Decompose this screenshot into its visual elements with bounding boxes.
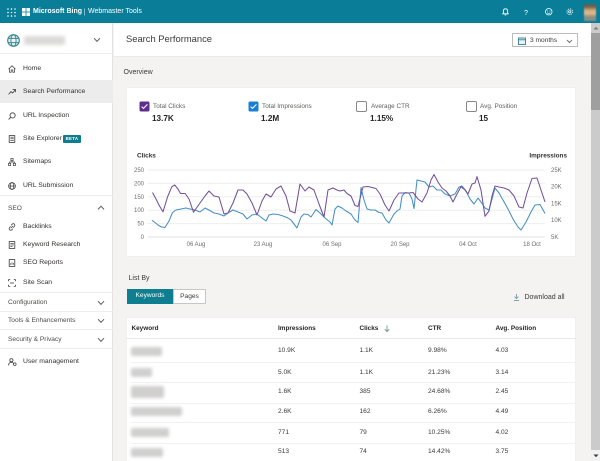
svg-text:23 Aug: 23 Aug <box>254 242 273 248</box>
svg-text:18 Oct: 18 Oct <box>523 242 541 248</box>
svg-text:20K: 20K <box>551 185 562 191</box>
svg-text:200: 200 <box>134 181 145 187</box>
svg-text:250: 250 <box>134 168 145 174</box>
svg-text:Impressions: Impressions <box>529 153 567 160</box>
svg-text:150: 150 <box>134 195 145 201</box>
svg-text:06 Sep: 06 Sep <box>322 242 342 248</box>
svg-text:50: 50 <box>137 222 144 228</box>
svg-text:25K: 25K <box>551 168 562 174</box>
svg-text:5K: 5K <box>551 235 558 241</box>
svg-text:06 Aug: 06 Aug <box>187 242 206 248</box>
svg-text:10K: 10K <box>551 218 562 224</box>
svg-text:04 Oct: 04 Oct <box>459 242 477 248</box>
svg-text:15K: 15K <box>551 202 562 208</box>
svg-text:0: 0 <box>141 235 145 241</box>
svg-text:100: 100 <box>134 208 145 214</box>
svg-text:20 Sep: 20 Sep <box>390 242 410 248</box>
svg-text:Clicks: Clicks <box>137 153 156 160</box>
